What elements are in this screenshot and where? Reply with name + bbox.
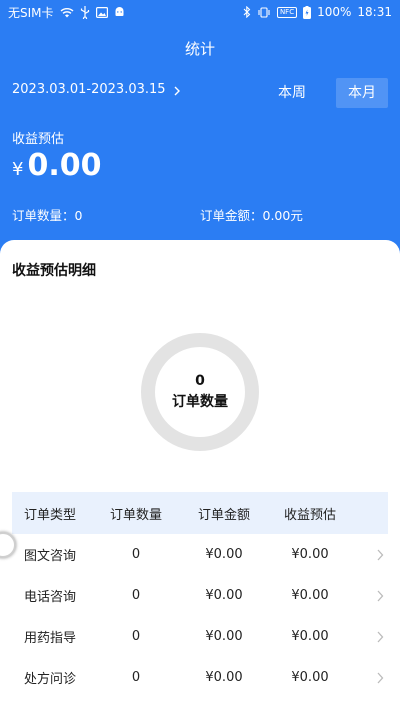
- detail-card: 收益预估明细 0 订单数量 订单类型 订单数量 订单金额 收益预估 图文咨询 0…: [0, 240, 400, 711]
- table-header: 订单类型 订单数量 订单金额 收益预估: [12, 492, 388, 534]
- header-type: 订单类型: [24, 507, 77, 523]
- ring-count: 0: [195, 373, 205, 389]
- battery-icon: [303, 5, 312, 19]
- chevron-right-icon: [350, 672, 388, 684]
- row-type: 用药指导: [24, 631, 77, 646]
- income-table: 订单类型 订单数量 订单金额 收益预估 图文咨询 0 ¥0.00 ¥0.00 电…: [12, 492, 388, 698]
- row-type: 图文咨询: [24, 549, 77, 564]
- android-icon: [114, 6, 125, 18]
- income-estimate-label: 收益预估: [12, 132, 65, 147]
- order-count-summary: 订单数量：0: [12, 208, 83, 223]
- income-estimate-value: ¥ 0.00: [12, 148, 101, 183]
- image-icon: [95, 6, 108, 18]
- order-count-ring: 0 订单数量: [140, 332, 260, 452]
- vibrate-icon: [257, 6, 271, 18]
- bluetooth-icon: [243, 6, 251, 18]
- date-filter-row: 2023.03.01-2023.03.15 本周 本月: [12, 78, 388, 108]
- order-summary: 订单数量：0 订单金额：0.00元: [12, 205, 388, 224]
- table-row[interactable]: 图文咨询 0 ¥0.00 ¥0.00: [12, 534, 388, 575]
- date-range-selector[interactable]: 2023.03.01-2023.03.15: [12, 82, 182, 97]
- row-amount: ¥0.00: [205, 588, 243, 603]
- wifi-icon: [60, 7, 74, 18]
- ring-label: 订单数量: [172, 394, 228, 410]
- statistics-screen: 无SIM卡 NFC 100% 18:31 统计 2023.03.01-2023.…: [0, 0, 400, 711]
- table-row[interactable]: 电话咨询 0 ¥0.00 ¥0.00: [12, 575, 388, 616]
- row-income: ¥0.00: [291, 588, 329, 603]
- chevron-right-icon: [350, 549, 388, 561]
- income-amount: 0.00: [27, 148, 102, 183]
- date-range-text: 2023.03.01-2023.03.15: [12, 82, 166, 97]
- header-income: 收益预估: [283, 507, 336, 523]
- detail-title: 收益预估明细: [12, 263, 96, 279]
- status-bar: 无SIM卡 NFC 100% 18:31: [0, 0, 400, 24]
- row-amount: ¥0.00: [205, 629, 243, 644]
- row-count: 0: [131, 588, 141, 603]
- chevron-right-icon: [350, 631, 388, 643]
- toggle-this-week[interactable]: 本周: [266, 78, 318, 108]
- clock: 18:31: [357, 5, 392, 19]
- battery-level: 100%: [317, 5, 352, 19]
- ring-center: 0 订单数量: [140, 332, 260, 452]
- row-amount: ¥0.00: [205, 670, 243, 685]
- row-income: ¥0.00: [291, 547, 329, 562]
- row-type: 电话咨询: [24, 590, 77, 605]
- chevron-right-icon: [172, 85, 182, 95]
- row-count: 0: [131, 629, 141, 644]
- row-type: 处方问诊: [24, 672, 77, 687]
- order-amount-summary: 订单金额：0.00元: [200, 208, 303, 223]
- table-row[interactable]: 用药指导 0 ¥0.00 ¥0.00: [12, 616, 388, 657]
- page-title: 统计: [184, 40, 215, 58]
- header-count: 订单数量: [109, 507, 162, 523]
- row-count: 0: [131, 670, 141, 685]
- carrier-label: 无SIM卡: [8, 5, 54, 20]
- nfc-icon: NFC: [276, 6, 298, 18]
- usb-icon: [80, 5, 90, 19]
- row-income: ¥0.00: [291, 629, 329, 644]
- row-count: 0: [131, 547, 141, 562]
- table-row[interactable]: 处方问诊 0 ¥0.00 ¥0.00: [12, 657, 388, 698]
- row-income: ¥0.00: [291, 670, 329, 685]
- currency-symbol: ¥: [12, 159, 24, 180]
- toggle-this-month[interactable]: 本月: [336, 78, 388, 108]
- row-amount: ¥0.00: [205, 547, 243, 562]
- chevron-right-icon: [350, 590, 388, 602]
- header-amount: 订单金额: [197, 507, 250, 523]
